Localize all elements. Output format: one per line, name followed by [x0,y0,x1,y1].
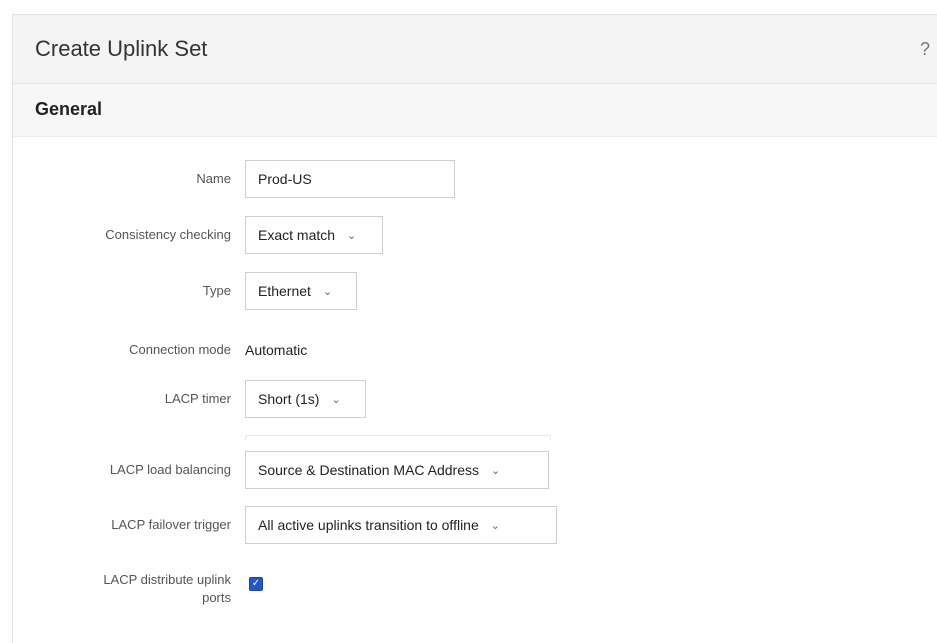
lacp-distribute-row: LACP distribute uplink ports ✓ [13,568,937,608]
section-title: General [35,99,103,119]
connection-mode-row: Connection mode Automatic [13,331,937,371]
name-input[interactable] [245,160,455,198]
type-value: Ethernet [258,283,311,299]
lacp-distribute-label-line2: ports [202,590,231,605]
name-label: Name [196,171,231,186]
lacp-timer-row: LACP timer Short (1s) ⌄ [13,380,937,420]
type-select[interactable]: Ethernet ⌄ [245,272,357,310]
lacp-timer-control: Short (1s) ⌄ [245,380,366,418]
create-uplink-set-dialog: Create Uplink Set ? General Name Consist… [12,14,937,643]
general-section-header: General [13,84,937,137]
lacp-failover-trigger-label: LACP failover trigger [111,517,231,532]
consistency-label: Consistency checking [105,227,231,242]
lacp-timer-value: Short (1s) [258,391,320,407]
consistency-control: Exact match ⌄ [245,216,383,254]
type-label: Type [202,283,231,298]
lacp-failover-trigger-select[interactable]: All active uplinks transition to offline… [245,506,557,544]
consistency-select[interactable]: Exact match ⌄ [245,216,383,254]
dialog-title: Create Uplink Set [35,36,208,61]
lacp-load-balancing-label: LACP load balancing [109,462,231,477]
chevron-down-icon: ⌄ [322,285,333,298]
lacp-failover-trigger-control: All active uplinks transition to offline… [245,506,557,544]
name-row: Name [13,160,937,200]
lacp-failover-trigger-row: LACP failover trigger All active uplinks… [13,506,937,546]
lacp-timer-label: LACP timer [164,391,231,406]
lacp-distribute-checkbox[interactable]: ✓ [249,577,263,591]
name-control [245,160,455,198]
lacp-load-balancing-control: Source & Destination MAC Address ⌄ [245,451,549,489]
chevron-down-icon: ⌄ [491,464,501,477]
type-control: Ethernet ⌄ [245,272,357,310]
lacp-load-balancing-select[interactable]: Source & Destination MAC Address ⌄ [245,451,549,489]
lacp-failover-trigger-value: All active uplinks transition to offline [258,517,479,533]
help-icon[interactable]: ? [920,39,930,60]
lacp-distribute-label: LACP distribute uplink ports [103,571,231,607]
dialog-header: Create Uplink Set ? [13,15,937,84]
type-row: Type Ethernet ⌄ [13,272,937,312]
lacp-load-balancing-value: Source & Destination MAC Address [258,462,479,478]
consistency-row: Consistency checking Exact match ⌄ [13,216,937,256]
lacp-timer-select[interactable]: Short (1s) ⌄ [245,380,366,418]
consistency-value: Exact match [258,227,336,243]
chevron-down-icon: ⌄ [490,519,500,532]
lacp-load-balancing-row: LACP load balancing Source & Destination… [13,451,937,491]
chevron-down-icon: ⌄ [331,393,341,406]
divider [245,435,551,440]
connection-mode-label: Connection mode [129,342,231,357]
connection-mode-value: Automatic [245,342,308,358]
chevron-down-icon: ⌄ [347,229,357,242]
lacp-distribute-label-line1: LACP distribute uplink [103,572,231,587]
